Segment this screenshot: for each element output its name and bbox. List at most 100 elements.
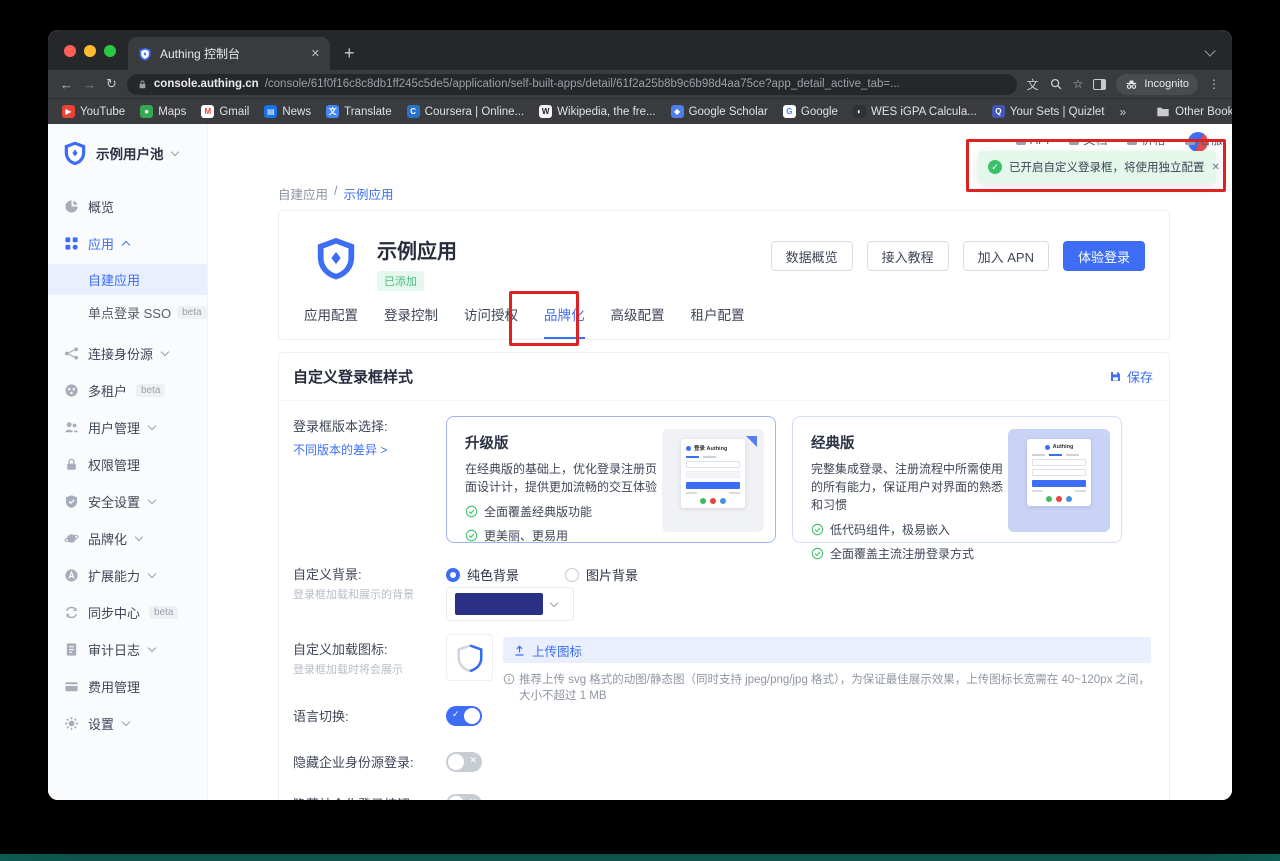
incognito-badge[interactable]: Incognito [1116,74,1198,95]
share-nodes-icon [64,346,79,361]
version-card-classic[interactable]: 经典版 完整集成登录、注册流程中所需使用的所有能力，保证用户对界面的熟悉和习惯 … [792,416,1122,543]
save-button[interactable]: 保存 [1109,367,1153,386]
sidebar-item-permissions[interactable]: 权限管理 [48,446,207,483]
tab-app-config[interactable]: 应用配置 [304,304,358,339]
bookmark-news[interactable]: ▤News [264,105,311,118]
chevron-down-icon [135,533,143,541]
api-icon [1016,139,1026,145]
planet-brush-icon [64,531,79,546]
support-icon [1185,139,1195,145]
bookmark-youtube[interactable]: ▶YouTube [62,105,125,118]
integration-guide-button[interactable]: 接入教程 [867,241,949,271]
close-window-button[interactable] [64,45,76,57]
header-item-api[interactable]: API [1016,139,1049,147]
pricing-icon [1127,139,1137,145]
userpool-selector[interactable]: 示例用户池 [48,124,207,176]
sidebar-item-extensions[interactable]: 扩展能力 [48,557,207,594]
bookmark-star-icon[interactable]: ☆ [1073,77,1084,91]
reload-button[interactable]: ↻ [106,76,117,92]
tab-advanced-config[interactable]: 高级配置 [611,304,665,339]
sidebar-item-identity-sources[interactable]: 连接身份源 [48,335,207,372]
loading-icon-preview [446,634,493,681]
side-panel-icon[interactable] [1093,79,1106,90]
sidebar-item-branding[interactable]: 品牌化 [48,520,207,557]
tab-access-auth[interactable]: 访问授权 [464,304,518,339]
version-card-upgraded[interactable]: 升级版 在经典版的基础上，优化登录注册页面设计计，提供更加流畅的交互体验 全面覆… [446,416,776,543]
coursera-icon: C [407,105,420,118]
toast-message: 已开启自定义登录框，将使用独立配置 [1009,159,1205,175]
https-lock-icon [137,79,148,90]
bookmark-scholar[interactable]: ◆Google Scholar [671,105,768,118]
tab-title: Authing 控制台 [160,45,303,62]
tab-tenant-config[interactable]: 租户配置 [691,304,745,339]
bookmark-wes[interactable]: ◐WES iGPA Calcula... [853,105,977,118]
sidebar-item-user-management[interactable]: 用户管理 [48,409,207,446]
custom-login-style-panel: 自定义登录框样式 保存 登录框版本选择: 不同版本的差异 > 升级版 在经典版的… [278,352,1170,800]
header-item-pricing[interactable]: 价格 [1127,139,1165,148]
sidebar-item-applications[interactable]: 应用 [48,225,207,262]
forward-button[interactable]: → [83,77,96,92]
bookmark-google[interactable]: GGoogle [783,105,838,118]
search-lens-icon[interactable] [1049,77,1063,91]
breadcrumb-parent[interactable]: 自建应用 [278,184,328,203]
browser-tab-authing[interactable]: Authing 控制台 ✕ [128,37,330,70]
tab-close-icon[interactable]: ✕ [311,47,320,60]
background-color-select[interactable] [446,587,574,621]
version-diff-link[interactable]: 不同版本的差异 > [293,441,443,458]
sidebar-item-multi-tenant[interactable]: 多租户 beta [48,372,207,409]
tab-login-control[interactable]: 登录控制 [384,304,438,339]
panel-title: 自定义登录框样式 [293,366,413,387]
translate-icon[interactable]: 文 [1027,76,1039,93]
language-switch-toggle[interactable]: ✓ [446,706,482,726]
sidebar-item-sync-center[interactable]: 同步中心 beta [48,594,207,631]
browser-menu-icon[interactable]: ⋮ [1208,77,1220,91]
bookmarks-overflow-chevron[interactable]: » [1119,105,1126,119]
chevron-down-icon [170,147,178,155]
bookmark-coursera[interactable]: CCoursera | Online... [407,105,525,118]
try-login-button[interactable]: 体验登录 [1063,241,1145,271]
sidebar-item-sso[interactable]: 单点登录 SSO beta [48,297,207,328]
minimize-window-button[interactable] [84,45,96,57]
sidebar-item-self-built-apps[interactable]: 自建应用 [48,264,207,295]
chevron-down-icon [122,718,130,726]
loading-icon-row: 上传图标 推荐上传 svg 格式的动图/静态图（同时支持 jpeg/png/jp… [446,634,1151,704]
hide-social-toggle[interactable]: ✕ [446,794,482,800]
color-swatch [455,593,543,615]
header-item-docs[interactable]: 文档 [1069,139,1107,148]
wikipedia-icon: W [539,105,552,118]
back-button[interactable]: ← [60,77,73,92]
toast-close-icon[interactable]: ✕ [1212,162,1220,173]
incognito-icon [1125,78,1138,91]
header-item-support[interactable]: 客服 [1185,139,1222,148]
join-apn-button[interactable]: 加入 APN [963,241,1049,271]
sidebar-item-settings[interactable]: 设置 [48,705,207,742]
mini-shield-icon [1045,445,1050,450]
sync-arrows-icon [64,605,79,620]
address-bar[interactable]: console.authing.cn /console/61f0f16c8c8d… [127,74,1017,95]
radio-image-background[interactable]: 图片背景 [565,565,638,584]
tab-search-chevron-icon[interactable] [1204,45,1215,56]
other-bookmarks-button[interactable]: Other Bookmarks [1156,105,1232,119]
bookmark-wikipedia[interactable]: WWikipedia, the fre... [539,105,655,118]
tab-branding[interactable]: 品牌化 [544,304,585,339]
data-overview-button[interactable]: 数据概览 [771,241,853,271]
sidebar-item-billing[interactable]: 费用管理 [48,668,207,705]
bookmark-quizlet[interactable]: QYour Sets | Quizlet [992,105,1105,118]
hide-enterprise-toggle[interactable]: ✕ [446,752,482,772]
bookmark-gmail[interactable]: MGmail [201,105,249,118]
app-tabs: 应用配置 登录控制 访问授权 品牌化 高级配置 租户配置 [304,304,745,339]
upload-icon-button[interactable]: 上传图标 [503,637,1151,663]
new-tab-button[interactable]: + [344,40,355,66]
sidebar-item-overview[interactable]: 概览 [48,188,207,225]
gear-icon [64,716,79,731]
sidebar-item-security[interactable]: 安全设置 [48,483,207,520]
sidebar-nav: 概览 应用 自建应用 单点登录 SSO beta 连接身份源 [48,176,207,742]
chevron-down-icon [161,348,169,356]
fullscreen-window-button[interactable] [104,45,116,57]
radio-solid-background[interactable]: 纯色背景 [446,565,519,584]
breadcrumb-current: 示例应用 [344,184,394,203]
quizlet-icon: Q [992,105,1005,118]
sidebar-item-audit-logs[interactable]: 审计日志 [48,631,207,668]
bookmark-translate[interactable]: 文Translate [326,105,392,118]
bookmark-maps[interactable]: ●Maps [140,105,186,118]
